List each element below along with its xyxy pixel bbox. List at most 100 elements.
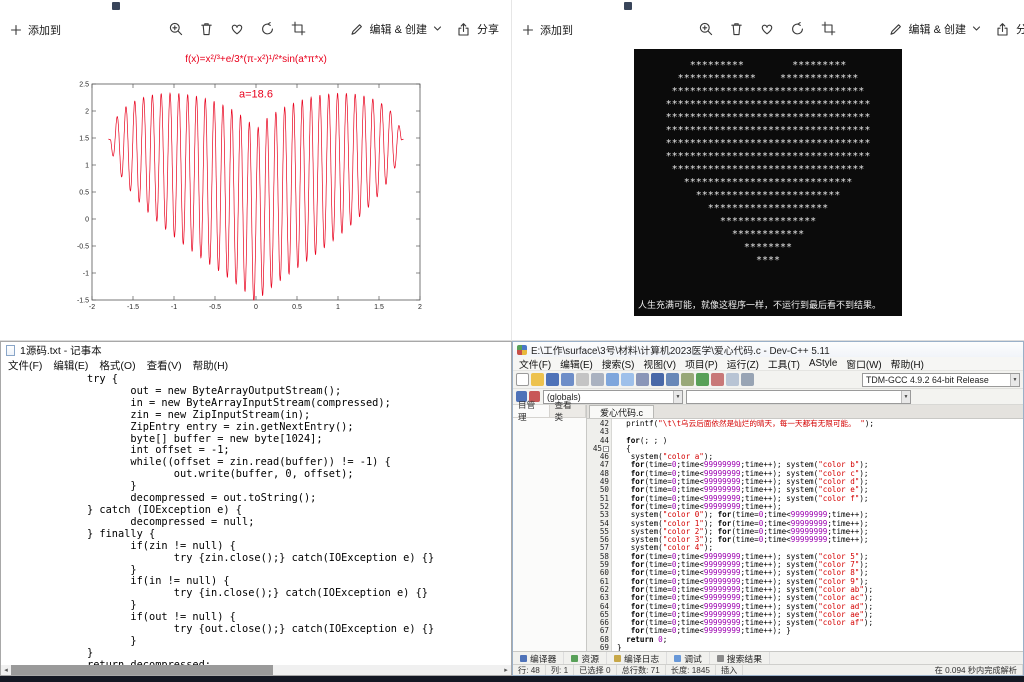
bottom-tab[interactable]: 编译器 [513, 652, 564, 664]
devcpp-menu-item[interactable]: 编辑(E) [560, 357, 593, 371]
share-button[interactable]: 分享 [477, 21, 499, 37]
svg-text:-1.5: -1.5 [77, 298, 89, 305]
share-button[interactable]: 分享 [1016, 21, 1024, 37]
bottom-tab-label: 编译日志 [624, 652, 659, 665]
devcpp-menu-item[interactable]: 视图(V) [643, 357, 676, 371]
combo-arrow-icon[interactable]: ▼ [673, 391, 682, 403]
notepad-menu-item[interactable]: 格式(O) [99, 358, 135, 373]
devcpp-menu-item[interactable]: 运行(Z) [727, 357, 759, 371]
bottom-tab[interactable]: 搜索结果 [710, 652, 770, 664]
crop-icon[interactable] [821, 21, 836, 36]
delete-icon[interactable] [729, 21, 744, 37]
rebuild-icon[interactable] [681, 373, 694, 386]
compile-icon[interactable] [636, 373, 649, 386]
photos-window-console: 添加到 编辑 & 创建 分享 ********* ********* *****… [512, 0, 1024, 341]
edit-create-button[interactable]: 编辑 & 创建 [909, 21, 966, 37]
code-line[interactable]: } [617, 644, 1023, 651]
compile-run-icon[interactable] [666, 373, 679, 386]
combo-arrow-icon[interactable]: ▼ [1010, 374, 1019, 386]
save-icon[interactable] [546, 373, 559, 386]
combo-arrow-icon[interactable]: ▼ [901, 391, 910, 403]
notepad-titlebar: 1源码.txt - 记事本 [1, 342, 511, 358]
plot-axes-box [92, 84, 420, 300]
heart-curve [108, 93, 403, 300]
svg-text:0: 0 [254, 304, 258, 311]
photos-center-icons [698, 21, 836, 37]
open-icon[interactable] [531, 373, 544, 386]
add-to-label: 添加到 [540, 22, 573, 38]
devcpp-menu-item[interactable]: 帮助(H) [891, 357, 924, 371]
horizontal-scrollbar[interactable]: ◂ ▸ [1, 665, 511, 675]
favorite-heart-icon[interactable] [759, 21, 775, 36]
devcpp-menu-item[interactable]: AStyle [809, 358, 837, 369]
zoom-icon[interactable] [168, 21, 184, 37]
devcpp-bottom-tabs: 编译器资源 编译日志调试搜索结果 [513, 651, 1023, 664]
left-panel-tab[interactable]: 目管理 [513, 405, 550, 417]
fold-collapse-icon[interactable]: - [603, 446, 609, 452]
status-segment: 插入 [716, 665, 743, 675]
run-icon[interactable] [651, 373, 664, 386]
chevron-down-icon[interactable] [433, 26, 442, 32]
project-panel-body[interactable] [513, 418, 586, 651]
scroll-left-arrow[interactable]: ◂ [1, 665, 11, 675]
profile-icon[interactable] [711, 373, 724, 386]
bottom-tab[interactable]: 资源 [564, 652, 607, 664]
project-panel: 目管理查看类 [513, 405, 587, 651]
devcpp-window: E:\工作\surface\3号\材料\计算机2023医学\爱心代码.c - D… [512, 341, 1024, 676]
code-line[interactable]: for(; ; ) [617, 437, 1023, 445]
line-number-gutter: 42434445-4647484950515253545556575859606… [587, 419, 612, 651]
redo-icon[interactable] [621, 373, 634, 386]
notepad-menu-item[interactable]: 编辑(E) [53, 358, 88, 373]
scrollbar-thumb[interactable] [11, 665, 273, 675]
devcpp-menu-item[interactable]: 工具(T) [768, 357, 800, 371]
notepad-menu-item[interactable]: 查看(V) [147, 358, 182, 373]
left-panel-tab[interactable]: 查看类 [550, 405, 587, 417]
devcpp-menu-item[interactable]: 项目(P) [685, 357, 718, 371]
add-to-button[interactable]: 添加到 [10, 22, 61, 38]
code-line[interactable]: printf("\t\t乌云后面依然是灿烂的晴天，每一天都有无限可能。 "); [617, 420, 1023, 428]
chevron-down-icon[interactable] [972, 26, 981, 32]
windows-taskbar[interactable] [0, 676, 1024, 682]
code-line[interactable]: return 0; [617, 636, 1023, 644]
members-combobox[interactable]: ▼ [686, 390, 911, 404]
zoom-icon[interactable] [698, 21, 714, 37]
notepad-text-area[interactable]: try { out = new ByteArrayOutputStream();… [1, 374, 511, 665]
rotate-icon[interactable] [260, 21, 276, 37]
devcpp-menu-item[interactable]: 窗口(W) [846, 357, 881, 371]
crop-icon[interactable] [291, 21, 306, 36]
delete-icon[interactable] [199, 21, 214, 37]
window-title: E:\工作\surface\3号\材料\计算机2023医学\爱心代码.c - D… [531, 343, 830, 357]
print-icon[interactable] [591, 373, 604, 386]
file-tab[interactable]: 爱心代码.c [589, 405, 654, 418]
bottom-tab[interactable]: 编译日志 [607, 652, 667, 664]
devcpp-classbrowser-toolbar: (globals) ▼ ▼ [513, 389, 1023, 405]
new-source-icon[interactable] [516, 373, 529, 386]
code-lines[interactable]: printf("\t\t乌云后面依然是灿烂的晴天，每一天都有无限可能。 "); … [612, 419, 1023, 651]
devcpp-menu-item[interactable]: 搜索(S) [602, 357, 635, 371]
bottom-tab[interactable]: 调试 [667, 652, 710, 664]
edit-create-button[interactable]: 编辑 & 创建 [370, 21, 427, 37]
status-segment: 已选择 0 [574, 665, 616, 675]
code-line[interactable] [617, 428, 1023, 436]
save-all-icon[interactable] [561, 373, 574, 386]
undo-icon[interactable] [606, 373, 619, 386]
scroll-right-arrow[interactable]: ▸ [501, 665, 511, 675]
app-icon [112, 2, 120, 10]
photos-toolbar: 添加到 编辑 & 创建 分享 [512, 12, 1024, 48]
status-segment: 长度: 1845 [666, 665, 716, 675]
devcpp-menu-item[interactable]: 文件(F) [519, 357, 551, 371]
window-icon[interactable] [726, 373, 739, 386]
add-to-button[interactable]: 添加到 [522, 22, 573, 38]
code-line[interactable]: for(time=0;time<99999999;time++); } [617, 627, 1023, 635]
rotate-icon[interactable] [790, 21, 806, 37]
fullscreen-icon[interactable] [741, 373, 754, 386]
plus-icon [10, 24, 22, 36]
favorite-heart-icon[interactable] [229, 21, 245, 36]
photos-titlebar [0, 0, 511, 12]
notepad-menu-item[interactable]: 帮助(H) [193, 358, 229, 373]
svg-text:2: 2 [85, 109, 89, 116]
debug-icon[interactable] [696, 373, 709, 386]
compiler-combobox[interactable]: TDM-GCC 4.9.2 64-bit Release ▼ [862, 373, 1020, 387]
notepad-menu-item[interactable]: 文件(F) [8, 358, 42, 373]
close-icon[interactable] [576, 373, 589, 386]
